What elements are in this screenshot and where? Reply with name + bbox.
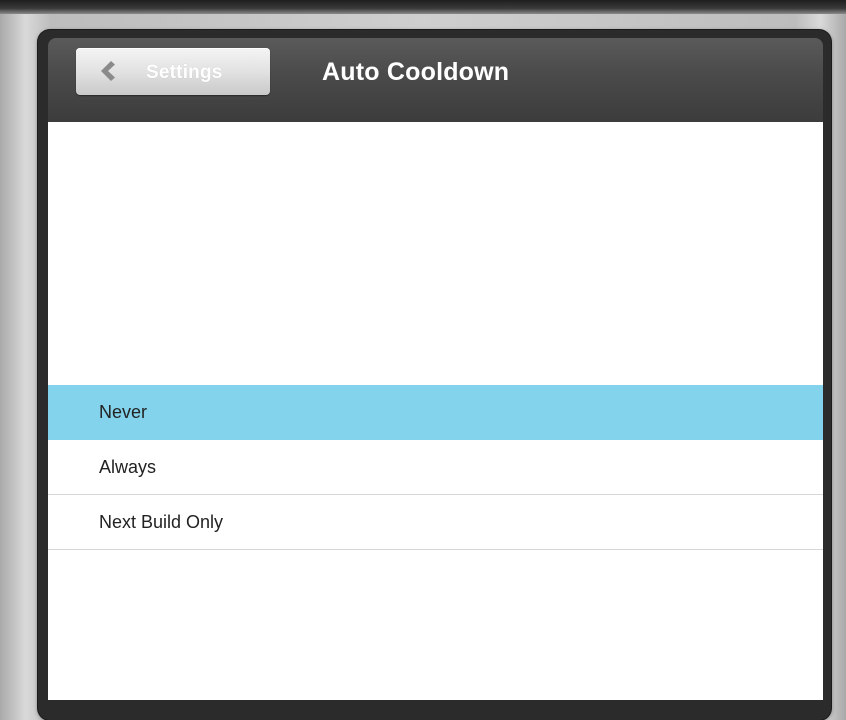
option-never[interactable]: Never: [48, 385, 823, 440]
back-button-label: Settings: [146, 62, 223, 83]
option-label: Never: [99, 402, 148, 422]
page-title: Auto Cooldown: [322, 58, 510, 86]
option-label: Next Build Only: [99, 512, 224, 532]
option-always[interactable]: Always: [48, 440, 823, 495]
chevron-left-icon: [101, 61, 115, 81]
option-next-build-only[interactable]: Next Build Only: [48, 495, 823, 550]
status-bar-edge: [0, 0, 846, 14]
back-button[interactable]: Settings: [76, 48, 270, 95]
navigation-bar: Settings Auto Cooldown: [48, 38, 823, 122]
content-area: Never Always Next Build Only: [48, 122, 823, 700]
options-list: Never Always Next Build Only: [48, 385, 823, 550]
option-label: Always: [99, 457, 157, 477]
